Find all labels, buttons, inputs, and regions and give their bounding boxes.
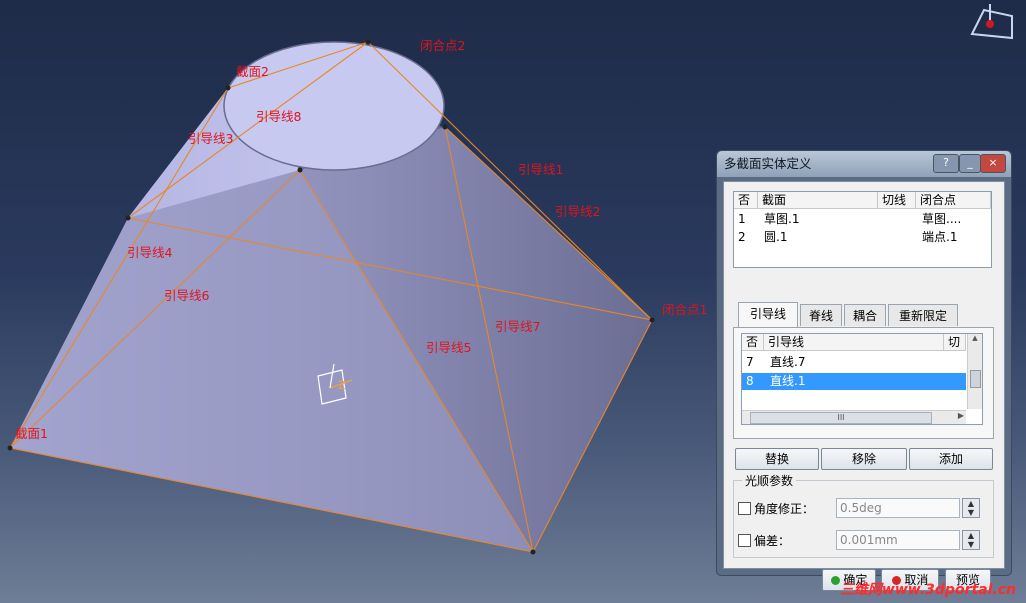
table-row-1-closing[interactable]: 草图.... <box>918 211 961 228</box>
guides-col-header-name[interactable]: 引导线 <box>764 334 944 351</box>
table-row-1-section[interactable]: 草图.1 <box>760 211 799 228</box>
help-button[interactable]: ? <box>933 154 959 173</box>
scroll-right-icon[interactable]: ▶ <box>958 411 964 420</box>
table-row-2-no[interactable]: 2 <box>734 229 746 246</box>
tab-relimitation[interactable]: 重新限定 <box>888 304 958 326</box>
deviation-spinner[interactable]: ▲ ▼ <box>962 530 980 550</box>
table-row-1-no[interactable]: 1 <box>734 211 746 228</box>
spin-down-icon[interactable]: ▼ <box>963 540 979 549</box>
label-guide7: 引导线7 <box>495 319 541 334</box>
col-header-no[interactable]: 否 <box>734 192 758 209</box>
replace-button[interactable]: 替换 <box>735 448 819 470</box>
guides-table[interactable]: 否 引导线 切 7 直线.7 8 直线.1 ▲ III ▶ <box>741 333 983 425</box>
add-button[interactable]: 添加 <box>909 448 993 470</box>
angle-correction-checkbox[interactable] <box>738 502 751 515</box>
tab-spine[interactable]: 脊线 <box>800 304 842 326</box>
smooth-group-label: 光顺参数 <box>742 472 797 489</box>
watermark: 三维网www.3dportal.cn <box>839 582 1016 598</box>
scroll-thumb[interactable] <box>970 370 981 388</box>
label-section1: 截面1 <box>15 426 48 441</box>
minimize-button[interactable]: _ <box>959 154 981 173</box>
label-guide1: 引导线1 <box>518 162 564 177</box>
angle-spinner[interactable]: ▲ ▼ <box>962 498 980 518</box>
label-guide2: 引导线2 <box>555 204 601 219</box>
horizontal-scrollbar[interactable]: III ▶ <box>742 410 966 424</box>
label-guide3: 引导线3 <box>188 131 234 146</box>
angle-correction-input[interactable]: 0.5deg <box>836 498 960 518</box>
dialog-client: 否 截面 切线 闭合点 1 草图.1 草图.... 2 圆.1 端点.1 引导线… <box>723 181 1005 591</box>
label-guide5: 引导线5 <box>426 340 472 355</box>
table-row-1-tangent[interactable] <box>880 211 884 228</box>
guides-col-header-no[interactable]: 否 <box>742 334 764 351</box>
close-button[interactable]: × <box>980 154 1006 173</box>
spin-up-icon[interactable]: ▲ <box>963 531 979 540</box>
remove-button[interactable]: 移除 <box>821 448 907 470</box>
deviation-label: 偏差： <box>754 534 791 548</box>
vertical-scrollbar[interactable]: ▲ <box>967 334 982 409</box>
table-row-2-closing[interactable]: 端点.1 <box>918 229 957 246</box>
guides-row-8-name[interactable]: 直线.1 <box>766 373 805 390</box>
tab-coupling[interactable]: 耦合 <box>844 304 886 326</box>
col-header-closing[interactable]: 闭合点 <box>916 192 991 209</box>
label-guide8: 引导线8 <box>256 109 302 124</box>
guides-row-7-no[interactable]: 7 <box>742 354 754 371</box>
guides-row-8-no[interactable]: 8 <box>742 373 754 390</box>
label-closing2: 闭合点2 <box>420 38 466 53</box>
compass-icon[interactable] <box>966 2 1018 42</box>
table-row-2-tangent[interactable] <box>880 229 884 246</box>
label-section2: 截面2 <box>236 64 269 79</box>
ok-icon <box>830 576 840 585</box>
guides-col-header-tangent[interactable]: 切 <box>944 334 966 351</box>
spin-down-icon[interactable]: ▼ <box>963 508 979 517</box>
angle-correction-label: 角度修正： <box>754 502 815 516</box>
hscroll-thumb[interactable]: III <box>750 412 932 424</box>
guides-row-7-name[interactable]: 直线.7 <box>766 354 805 371</box>
tab-panel: 否 引导线 切 7 直线.7 8 直线.1 ▲ III ▶ <box>733 327 994 439</box>
label-closing1: 闭合点1 <box>662 302 708 317</box>
table-row-2-section[interactable]: 圆.1 <box>760 229 787 246</box>
multi-section-solid-dialog: 多截面实体定义 ? _ × 否 截面 切线 闭合点 1 草图.1 草图.... … <box>716 150 1012 591</box>
deviation-checkbox[interactable] <box>738 534 751 547</box>
label-guide6: 引导线6 <box>164 288 210 303</box>
scroll-up-icon[interactable]: ▲ <box>968 334 982 342</box>
col-header-section[interactable]: 截面 <box>758 192 878 209</box>
tab-guides[interactable]: 引导线 <box>738 302 798 327</box>
deviation-input[interactable]: 0.001mm <box>836 530 960 550</box>
sections-table[interactable]: 否 截面 切线 闭合点 1 草图.1 草图.... 2 圆.1 端点.1 <box>733 191 992 268</box>
label-guide4: 引导线4 <box>127 245 173 260</box>
label-axis-z: Z <box>338 379 346 392</box>
col-header-tangent[interactable]: 切线 <box>878 192 916 209</box>
spin-up-icon[interactable]: ▲ <box>963 499 979 508</box>
